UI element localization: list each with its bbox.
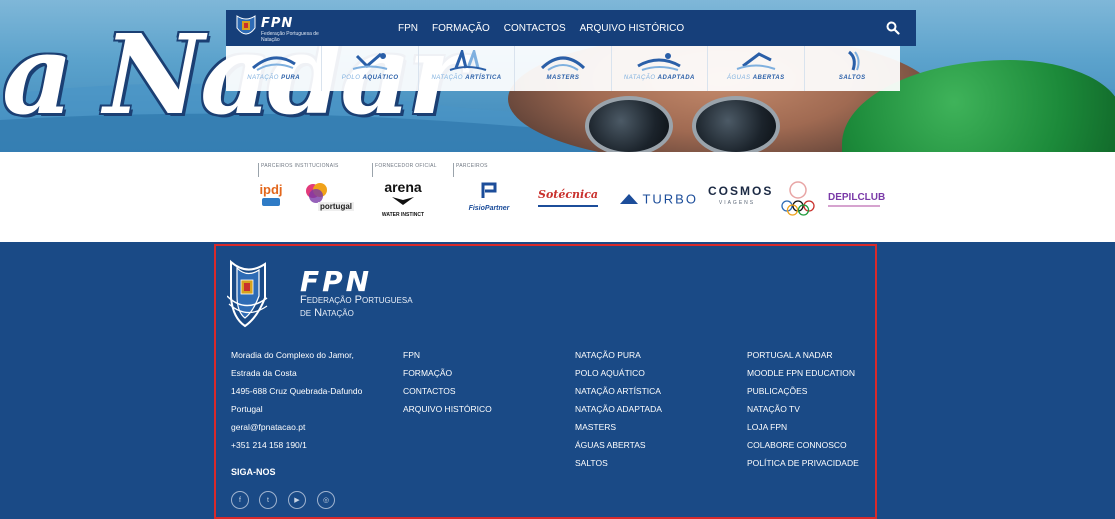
natacao-adaptada-icon — [637, 53, 682, 71]
goggle-left — [585, 96, 673, 152]
discipline-label-bold: ABERTAS — [752, 75, 785, 81]
disciplines-bar: NATAÇÃO PURA POLO AQUÁTICO NATAÇÃO ARTÍS… — [226, 46, 900, 91]
saltos-icon — [848, 50, 860, 71]
fisiopartner-logo[interactable]: FisioPartner — [458, 182, 520, 216]
heading-institutional-partners: PARCEIROS INSTITUCIONAIS — [258, 163, 339, 177]
ipdj-mark-icon — [262, 198, 280, 206]
discipline-label-bold: ADAPTADA — [657, 75, 695, 81]
masters-icon — [540, 56, 586, 71]
discipline-aguas-abertas[interactable]: ÁGUAS ABERTAS — [708, 46, 805, 91]
footer-highlight-box — [214, 244, 877, 519]
cosmos-logo-text: COSMOS — [708, 184, 774, 198]
olympic-rings-icon — [781, 181, 815, 216]
logo-subtitle: Federação Portuguesa de Natação — [261, 31, 319, 43]
polo-aquatico-icon — [352, 52, 388, 70]
arena-logo-text: arena — [384, 179, 422, 195]
discipline-label-bold: AQUÁTICO — [362, 75, 399, 81]
discipline-natacao-pura[interactable]: NATAÇÃO PURA — [226, 46, 323, 91]
discipline-label-bold: PURA — [281, 75, 301, 81]
depilclub-logo-text: DEPILCLUB — [828, 192, 886, 203]
discipline-label-bold: MASTERS — [546, 75, 580, 81]
fpn-logo[interactable]: FPN Federação Portuguesa de Natação — [235, 14, 335, 43]
heading-partners: PARCEIROS — [453, 163, 488, 177]
fisiopartner-logo-text: FisioPartner — [468, 205, 510, 212]
arena-sub-text: WATER INSTINCT — [381, 212, 425, 218]
discipline-masters[interactable]: MASTERS — [515, 46, 612, 91]
arena-diamond-icon — [392, 197, 414, 205]
cosmos-logo[interactable]: COSMOS VIAGENS — [708, 184, 774, 216]
natacao-artistica-icon — [449, 50, 486, 71]
sotecnica-logo[interactable]: Sotécnica — [538, 188, 610, 214]
discipline-label-light: ÁGUAS — [727, 75, 751, 81]
turbo-triangle-icon — [620, 193, 638, 204]
discipline-label-bold: SALTOS — [838, 75, 866, 81]
discipline-natacao-artistica[interactable]: NATAÇÃO ARTÍSTICA — [419, 46, 516, 91]
turbo-logo-text: TURBO — [642, 191, 698, 207]
aguas-abertas-icon — [736, 52, 776, 70]
heading-official-supplier: FORNECEDOR OFICIAL — [372, 163, 437, 177]
ipdj-logo-text: ipdj — [259, 182, 283, 197]
discipline-saltos[interactable]: SALTOS — [805, 46, 900, 91]
nav-links: FPN FORMAÇÃO CONTACTOS ARQUIVO HISTÓRICO — [398, 10, 684, 46]
turbo-logo[interactable]: TURBO — [620, 190, 700, 210]
portugal-logo[interactable]: portugal — [304, 182, 360, 216]
nav-link-arquivo-historico[interactable]: ARQUIVO HISTÓRICO — [580, 23, 684, 34]
goggle-right — [692, 96, 780, 152]
sotecnica-logo-text: Sotécnica — [538, 188, 599, 201]
discipline-label-light: NATAÇÃO — [623, 75, 656, 81]
logo-fpn-text: FPN — [261, 16, 294, 31]
fpn-emblem-icon — [236, 15, 256, 35]
arena-logo[interactable]: arena WATER INSTINCT — [372, 180, 434, 220]
search-icon[interactable] — [886, 21, 900, 35]
discipline-natacao-adaptada[interactable]: NATAÇÃO ADAPTADA — [612, 46, 709, 91]
discipline-label-light: NATAÇÃO — [431, 75, 464, 81]
partners-section: PARCEIROS INSTITUCIONAIS FORNECEDOR OFIC… — [0, 152, 1115, 242]
nav-link-fpn[interactable]: FPN — [398, 23, 418, 34]
ipdj-logo[interactable]: ipdj — [256, 182, 286, 216]
page: a Nadar FPN Federação Portuguesa de Nata… — [0, 0, 1115, 519]
discipline-label-light: NATAÇÃO — [247, 75, 279, 81]
discipline-label-light: POLO — [341, 75, 361, 81]
olympic-committee-logo[interactable] — [778, 180, 818, 216]
fisiopartner-mark-icon — [481, 182, 497, 198]
portugal-logo-text: portugal — [318, 202, 354, 211]
nav-link-contactos[interactable]: CONTACTOS — [504, 23, 566, 34]
sotecnica-underline — [538, 205, 598, 207]
nav-link-formacao[interactable]: FORMAÇÃO — [432, 23, 490, 34]
discipline-polo-aquatico[interactable]: POLO AQUÁTICO — [322, 46, 419, 91]
natacao-pura-icon — [251, 56, 296, 71]
portugal-flower-icon — [306, 183, 327, 203]
depilclub-logo[interactable]: DEPILCLUB — [828, 192, 892, 212]
depilclub-underline — [828, 205, 880, 207]
cosmos-sub-text: VIAGENS — [718, 200, 756, 206]
discipline-label-bold: ARTÍSTICA — [465, 75, 502, 81]
top-navigation: FPN Federação Portuguesa de Natação FPN … — [226, 10, 916, 46]
